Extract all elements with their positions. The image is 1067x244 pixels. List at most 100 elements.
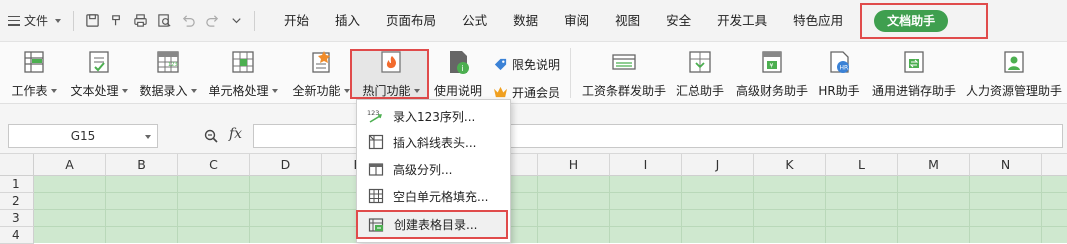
text-process-label: 文本处理 <box>70 84 119 98</box>
hot-features-icon <box>381 51 401 73</box>
worksheet-button[interactable]: 工作表 <box>8 42 60 104</box>
row-header[interactable]: 4 <box>0 227 34 244</box>
column-header[interactable]: I <box>610 154 682 176</box>
function-icon[interactable]: fx <box>229 126 242 142</box>
chevron-down-icon <box>190 88 197 93</box>
svg-text:123: 123 <box>367 109 379 117</box>
tab-doc-assistant[interactable]: 文档助手 <box>860 2 989 39</box>
select-all-corner[interactable] <box>0 154 34 176</box>
menu-item-sequence-123[interactable]: 123 录入123序列... <box>357 103 510 129</box>
tab-data[interactable]: 数据 <box>500 6 551 36</box>
chevron-down-icon <box>343 88 350 93</box>
new-features-icon <box>312 51 330 73</box>
hr-management-assistant-label: 人力资源管理助手 <box>965 84 1062 98</box>
table-catalog-icon <box>368 216 386 234</box>
tab-home[interactable]: 开始 <box>271 6 322 36</box>
worksheet-label: 工作表 <box>11 84 48 98</box>
free-trial-info-label: 限免说明 <box>512 58 561 72</box>
menu-item-label: 高级分列... <box>393 162 453 177</box>
usage-guide-button[interactable]: i 使用说明 <box>432 42 484 104</box>
menu-item-fill-blank[interactable]: 空白单元格填充... <box>357 183 510 209</box>
worksheet-icon <box>24 51 44 73</box>
column-header[interactable]: N <box>970 154 1042 176</box>
chevron-down-icon <box>50 88 57 93</box>
column-header[interactable]: A <box>34 154 106 176</box>
hr-icon: HR <box>830 51 849 73</box>
finance-assistant-label: 高级财务助手 <box>735 84 808 98</box>
name-box[interactable]: G15 <box>8 124 158 148</box>
row-header[interactable]: 3 <box>0 210 34 227</box>
menu-item-table-catalog[interactable]: 创建表格目录... <box>356 210 508 239</box>
tab-insert[interactable]: 插入 <box>322 6 373 36</box>
customize-toolbar-icon[interactable] <box>227 12 245 30</box>
tab-special-apps[interactable]: 特色应用 <box>780 6 856 36</box>
tab-page-layout[interactable]: 页面布局 <box>373 6 449 36</box>
zoom-icon[interactable] <box>203 128 219 144</box>
usage-guide-icon: i <box>450 51 469 74</box>
tab-security[interactable]: 安全 <box>653 6 704 36</box>
menu-item-diagonal-header[interactable]: 插入斜线表头... <box>357 129 510 155</box>
data-entry-icon: 123 <box>157 51 179 73</box>
tab-formulas[interactable]: 公式 <box>449 6 500 36</box>
hot-features-label: 热门功能 <box>362 84 411 98</box>
column-header[interactable] <box>1042 154 1067 176</box>
ribbon-divider <box>570 48 571 98</box>
row-header[interactable]: 2 <box>0 193 34 210</box>
summary-assistant-label: 汇总助手 <box>675 84 724 98</box>
cell-process-label: 单元格处理 <box>208 84 269 98</box>
cell-reference: G15 <box>70 129 96 143</box>
hr-management-assistant-button[interactable]: 人力资源管理助手 <box>964 42 1064 104</box>
column-header[interactable]: D <box>250 154 322 176</box>
free-trial-info-button[interactable]: 限免说明 <box>493 56 560 73</box>
menu-item-split-column[interactable]: 高级分列... <box>357 156 510 182</box>
data-entry-button[interactable]: 123 数据录入 <box>136 42 200 104</box>
menu-item-label: 创建表格目录... <box>394 218 478 232</box>
text-process-icon <box>89 51 109 73</box>
column-header[interactable]: B <box>106 154 178 176</box>
inventory-assistant-label: 通用进销存助手 <box>871 84 956 98</box>
column-header[interactable]: K <box>754 154 826 176</box>
column-header[interactable]: L <box>826 154 898 176</box>
hr-management-icon <box>1004 51 1024 73</box>
diagonal-header-icon <box>367 133 385 151</box>
finance-assistant-button[interactable]: ¥ 高级财务助手 <box>734 42 810 104</box>
column-header[interactable]: M <box>898 154 970 176</box>
ribbon: 工作表 文本处理 123 数据录入 单元格处理 全新功能 热门功能 i 使用说明… <box>0 42 1067 104</box>
crown-icon <box>494 86 507 98</box>
chevron-down-icon <box>271 88 278 93</box>
text-process-button[interactable]: 文本处理 <box>68 42 130 104</box>
hot-features-button[interactable]: 热门功能 <box>356 42 426 104</box>
menu-item-label: 录入123序列... <box>393 109 476 124</box>
print-preview-icon[interactable] <box>155 12 173 30</box>
column-header[interactable]: C <box>178 154 250 176</box>
tab-review[interactable]: 审阅 <box>551 6 602 36</box>
usage-guide-label: 使用说明 <box>433 84 482 98</box>
hr-assistant-button[interactable]: HR HR助手 <box>815 42 863 104</box>
cell-area[interactable] <box>34 176 1067 243</box>
column-header[interactable]: J <box>682 154 754 176</box>
redo-icon[interactable] <box>203 12 221 30</box>
svg-text:i: i <box>462 64 464 73</box>
inventory-assistant-button[interactable]: 通用进销存助手 <box>869 42 959 104</box>
column-header[interactable]: H <box>538 154 610 176</box>
print-icon[interactable] <box>131 12 149 30</box>
row-header[interactable]: 1 <box>0 176 34 193</box>
finance-icon: ¥ <box>762 51 782 73</box>
tab-developer[interactable]: 开发工具 <box>704 6 780 36</box>
fill-blank-icon <box>367 187 385 205</box>
payslip-icon <box>612 54 636 70</box>
tab-view[interactable]: 视图 <box>602 6 653 36</box>
undo-icon[interactable] <box>179 12 197 30</box>
payslip-assistant-button[interactable]: 工资条群发助手 <box>580 42 668 104</box>
data-entry-label: 数据录入 <box>139 84 188 98</box>
menu-item-label: 空白单元格填充... <box>393 189 489 204</box>
format-painter-icon[interactable] <box>107 12 125 30</box>
file-menu-label: 文件 <box>24 14 49 28</box>
cell-process-button[interactable]: 单元格处理 <box>205 42 281 104</box>
save-icon[interactable] <box>83 12 101 30</box>
svg-text:¥: ¥ <box>770 63 774 70</box>
new-features-button[interactable]: 全新功能 <box>290 42 352 104</box>
chevron-down-icon <box>121 88 128 93</box>
summary-assistant-button[interactable]: 汇总助手 <box>673 42 727 104</box>
file-menu-button[interactable]: 文件 <box>0 6 67 36</box>
